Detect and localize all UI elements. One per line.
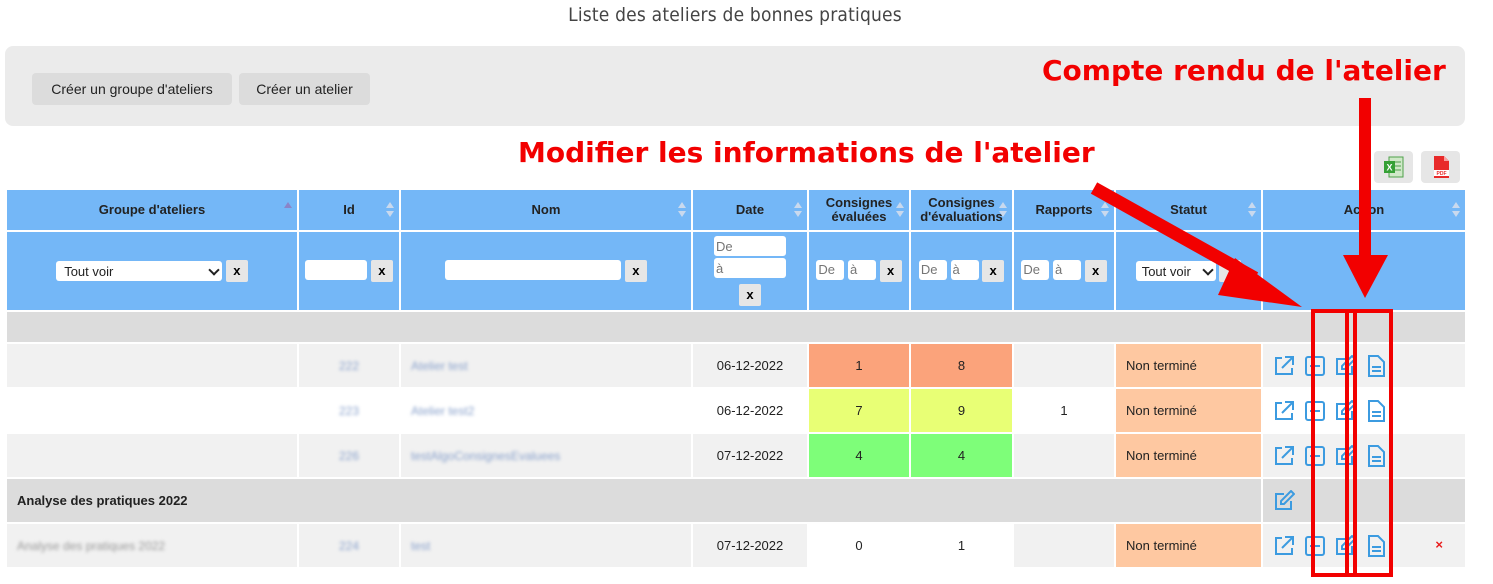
report-arrow (1343, 98, 1388, 298)
annotation-overlay (1090, 98, 1393, 577)
edit-arrow (1090, 182, 1302, 307)
